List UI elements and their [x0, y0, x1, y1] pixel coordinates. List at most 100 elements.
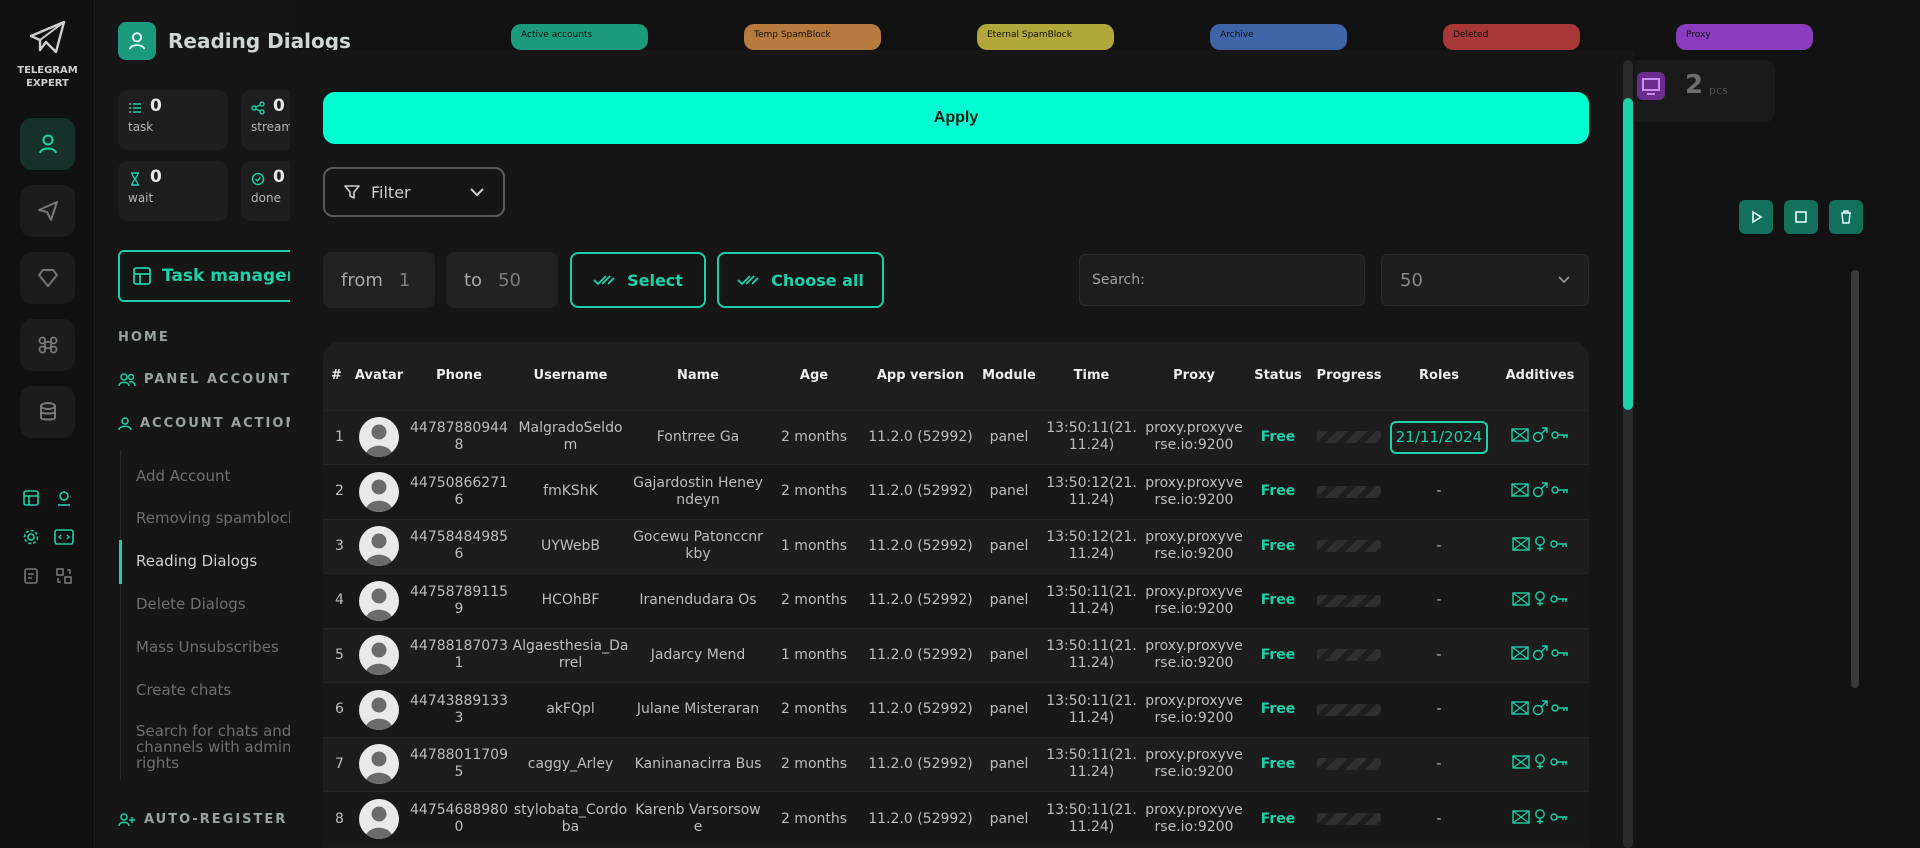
table-row[interactable]: 5 447881870731 Algaesthesia_Darrel Jadar…: [323, 628, 1589, 683]
rail-table-tool[interactable]: [20, 487, 42, 509]
avatar[interactable]: [359, 799, 399, 839]
rail-diamond-button[interactable]: [20, 252, 75, 304]
range-to-field[interactable]: to 50: [446, 252, 558, 308]
tab-deleted[interactable]: Deleted: [1443, 24, 1580, 50]
nav-item-create-chats[interactable]: Create chats: [136, 681, 231, 699]
female-icon[interactable]: [1533, 809, 1547, 825]
mail-icon[interactable]: [1511, 428, 1529, 442]
male-icon[interactable]: [1532, 645, 1548, 661]
nav-item-delete-dialogs[interactable]: Delete Dialogs: [136, 595, 246, 613]
female-icon[interactable]: [1533, 754, 1547, 770]
app-logo[interactable]: TELEGRAM EXPERT: [0, 18, 95, 90]
avatar[interactable]: [359, 417, 399, 458]
col-header[interactable]: Roles: [1387, 342, 1491, 410]
search-input[interactable]: [1079, 254, 1365, 306]
mail-icon[interactable]: [1511, 646, 1529, 660]
col-header[interactable]: Phone: [408, 342, 510, 410]
key-icon[interactable]: [1551, 702, 1569, 714]
delete-button[interactable]: [1829, 200, 1863, 234]
rail-gear-tool[interactable]: [20, 526, 42, 548]
mail-icon[interactable]: [1512, 537, 1530, 551]
tab-temp-spamblock[interactable]: Temp SpamBlock: [744, 24, 881, 50]
mail-icon[interactable]: [1512, 755, 1530, 769]
male-icon[interactable]: [1532, 482, 1548, 498]
key-icon[interactable]: [1551, 484, 1569, 496]
col-header[interactable]: Status: [1245, 342, 1311, 410]
avatar[interactable]: [359, 744, 399, 785]
avatar[interactable]: [359, 580, 399, 621]
rail-user-button[interactable]: [20, 118, 75, 170]
col-header[interactable]: Time: [1040, 342, 1143, 410]
key-icon[interactable]: [1550, 756, 1568, 768]
role-value[interactable]: -: [1436, 538, 1441, 554]
nav-item-reading-dialogs[interactable]: Reading Dialogs: [136, 552, 257, 570]
table-row[interactable]: 3 447584849856 UYWebB Gocewu Patonccnrkb…: [323, 519, 1589, 574]
table-row[interactable]: 2 447508662716 fmKShK Gajardostin Heneyn…: [323, 464, 1589, 519]
nav-item-search-chats[interactable]: Search for chats and channels with admin…: [136, 723, 296, 771]
avatar[interactable]: [359, 471, 399, 512]
choose-all-button[interactable]: Choose all: [717, 252, 884, 308]
rail-command-button[interactable]: [20, 319, 75, 371]
female-icon[interactable]: [1533, 590, 1547, 607]
background-scrollbar[interactable]: [1851, 270, 1859, 688]
nav-auto-register[interactable]: AUTO-REGISTER: [118, 812, 287, 827]
modal-scrollbar-thumb[interactable]: [1623, 98, 1633, 410]
role-value[interactable]: -: [1436, 647, 1441, 663]
col-header[interactable]: #: [323, 342, 350, 410]
col-header[interactable]: Username: [510, 342, 631, 410]
table-row[interactable]: 1 447878809448 MalgradoSeldom Fontrree G…: [323, 410, 1589, 465]
key-icon[interactable]: [1550, 811, 1568, 823]
table-row[interactable]: 7 447880117095 caggy_Arley Kaninanacirra…: [323, 737, 1589, 792]
tab-active-accounts[interactable]: Active accounts: [511, 24, 648, 50]
role-value[interactable]: -: [1436, 592, 1441, 608]
nav-item-removing-spamblock[interactable]: Removing spamblock: [136, 509, 297, 527]
nav-panel-accounts[interactable]: PANEL ACCOUNTS: [118, 372, 303, 387]
nav-account-action[interactable]: ACCOUNT ACTION: [118, 416, 298, 431]
col-header[interactable]: Age: [765, 342, 863, 410]
col-header[interactable]: Proxy: [1143, 342, 1245, 410]
avatar[interactable]: [359, 689, 399, 730]
table-row[interactable]: 6 447438891333 akFQpl Julane Misteraran …: [323, 682, 1589, 737]
tab-eternal-spamblock[interactable]: Eternal SpamBlock: [977, 24, 1114, 50]
rail-swap-tool[interactable]: [53, 565, 75, 587]
role-value[interactable]: -: [1436, 756, 1441, 772]
nav-home[interactable]: HOME: [118, 330, 170, 345]
rail-code-tool[interactable]: [53, 526, 75, 548]
table-row[interactable]: 8 447546889800 stylobata_Cordoba Karenb …: [323, 791, 1589, 846]
female-icon[interactable]: [1533, 536, 1547, 552]
role-value[interactable]: -: [1436, 483, 1441, 499]
key-icon[interactable]: [1550, 593, 1568, 605]
key-icon[interactable]: [1550, 538, 1568, 550]
nav-item-add-account[interactable]: Add Account: [136, 467, 230, 485]
col-header[interactable]: Module: [978, 342, 1040, 410]
mail-icon[interactable]: [1512, 810, 1530, 824]
avatar[interactable]: [359, 635, 399, 676]
male-icon[interactable]: [1532, 427, 1548, 443]
key-icon[interactable]: [1551, 647, 1569, 659]
range-from-field[interactable]: from 1: [323, 252, 435, 308]
apply-button[interactable]: Apply: [323, 92, 1589, 144]
rail-send-button[interactable]: [20, 185, 75, 237]
col-header[interactable]: Progress: [1311, 342, 1387, 410]
table-row[interactable]: 4 447587891159 HCOhBF Iranendudara Os 2 …: [323, 573, 1589, 628]
rail-doc-tool[interactable]: [20, 565, 42, 587]
stop-button[interactable]: [1784, 200, 1818, 234]
rail-database-button[interactable]: [20, 386, 75, 438]
mail-icon[interactable]: [1511, 483, 1529, 497]
male-icon[interactable]: [1532, 700, 1548, 716]
per-page-select[interactable]: 50: [1381, 254, 1589, 306]
mail-icon[interactable]: [1511, 701, 1529, 715]
select-button[interactable]: Select: [570, 252, 706, 308]
avatar[interactable]: [359, 526, 399, 567]
mail-icon[interactable]: [1512, 592, 1530, 606]
start-button[interactable]: [1739, 200, 1773, 234]
role-value[interactable]: 21/11/2024: [1389, 420, 1489, 454]
role-value[interactable]: -: [1436, 811, 1441, 827]
filter-dropdown[interactable]: Filter: [323, 167, 505, 217]
col-header[interactable]: Additives: [1491, 342, 1589, 410]
col-header[interactable]: Avatar: [350, 342, 408, 410]
rail-location-tool[interactable]: [53, 487, 75, 509]
key-icon[interactable]: [1551, 429, 1569, 441]
role-value[interactable]: -: [1436, 701, 1441, 717]
tab-archive[interactable]: Archive: [1210, 24, 1347, 50]
